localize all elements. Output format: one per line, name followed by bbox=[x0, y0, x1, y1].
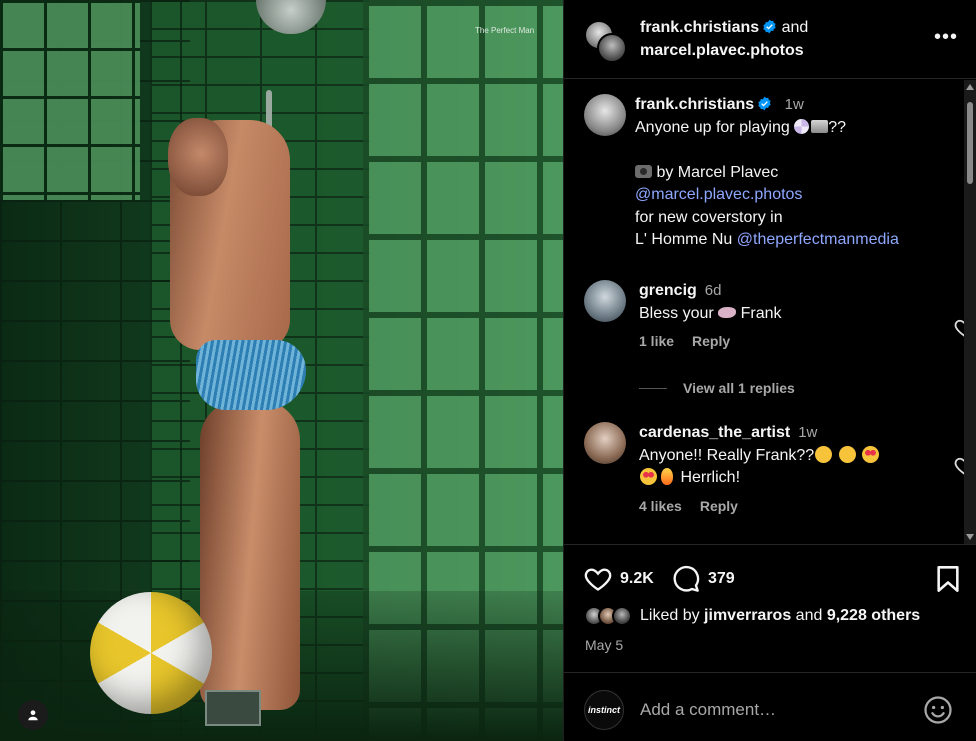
commenter-username[interactable]: grencig bbox=[639, 282, 697, 299]
view-replies-button[interactable]: View all 1 replies bbox=[639, 380, 795, 396]
comment-time[interactable]: 1w bbox=[798, 424, 817, 441]
liked-by-others[interactable]: 9,228 others bbox=[827, 607, 920, 624]
caption-mention-magazine[interactable]: @theperfectmanmedia bbox=[737, 231, 899, 248]
scrollbar-thumb[interactable] bbox=[967, 102, 973, 184]
bookmark-icon[interactable] bbox=[935, 565, 961, 593]
fire-emoji-icon bbox=[661, 468, 673, 485]
floor-drain bbox=[205, 690, 261, 726]
comments-list: frank.christians 1w Anyone up for playin… bbox=[564, 80, 976, 544]
heart-eyes-emoji-icon bbox=[862, 445, 880, 463]
post-photo[interactable]: The Perfect Man bbox=[0, 0, 563, 741]
caption-username[interactable]: frank.christians bbox=[635, 96, 754, 113]
tagged-users-button[interactable] bbox=[18, 700, 48, 730]
comment-meta: 4 likes Reply bbox=[639, 498, 964, 514]
post-details-panel: frank.christians and marcel.plavec.photo… bbox=[563, 0, 976, 741]
liked-by-prefix: Liked by bbox=[640, 607, 705, 624]
commenter-avatar[interactable] bbox=[584, 422, 626, 464]
volleyball-emoji-icon bbox=[794, 118, 810, 134]
comment-time[interactable]: 6d bbox=[705, 282, 722, 299]
verified-badge-icon bbox=[758, 96, 771, 111]
liked-by-and: and bbox=[791, 607, 827, 624]
comment-bubble-icon bbox=[673, 565, 700, 592]
comment-likes[interactable]: 1 like bbox=[639, 333, 674, 349]
liker-avatar bbox=[612, 606, 632, 626]
caption-line1-suffix: ?? bbox=[828, 118, 847, 136]
current-user-avatar: instinct bbox=[584, 690, 624, 730]
heart-eyes-emoji-icon bbox=[640, 468, 657, 485]
bird-emoji-icon bbox=[718, 306, 737, 318]
glass-block-window bbox=[0, 0, 140, 200]
scroll-down-arrow-icon[interactable] bbox=[966, 534, 974, 540]
author-username[interactable]: frank.christians bbox=[640, 19, 759, 36]
like-button[interactable]: 9.2K bbox=[584, 565, 654, 593]
liked-by-user[interactable]: jimverraros bbox=[704, 607, 791, 624]
caption-time[interactable]: 1w bbox=[785, 96, 804, 113]
comment-text-end: Frank bbox=[736, 304, 782, 322]
shower-emoji-icon bbox=[811, 119, 829, 133]
liked-by-text: Liked by jimverraros and 9,228 others bbox=[640, 607, 920, 625]
caption-line5: L' Homme Nu bbox=[635, 231, 737, 248]
comment-item: cardenas_the_artist 1w Anyone!! Really Fr… bbox=[584, 422, 976, 514]
emoji-picker-icon[interactable] bbox=[923, 695, 953, 725]
verified-badge-icon bbox=[763, 19, 776, 34]
post-header: frank.christians and marcel.plavec.photo… bbox=[564, 0, 976, 79]
comment-item: grencig 6d Bless your Frank 1 like Reply bbox=[584, 280, 976, 349]
post-caption: frank.christians 1w Anyone up for playin… bbox=[584, 94, 954, 252]
surprised-emoji-icon bbox=[838, 445, 856, 463]
post-date[interactable]: May 5 bbox=[585, 637, 623, 653]
comment-text: Anyone!! Really Frank?? bbox=[639, 446, 815, 464]
comment-meta: 1 like Reply bbox=[639, 333, 964, 349]
comment-body: grencig 6d Bless your Frank bbox=[639, 280, 964, 325]
comment-text-end: Herrlich! bbox=[676, 469, 741, 486]
person-icon bbox=[28, 710, 38, 721]
photo-watermark: The Perfect Man bbox=[475, 26, 535, 35]
commenter-avatar[interactable] bbox=[584, 280, 626, 322]
striped-swim-brief bbox=[196, 340, 306, 410]
caption-credit: by Marcel Plavec bbox=[652, 163, 779, 181]
caption-avatar[interactable] bbox=[584, 94, 626, 136]
liked-by: Liked by jimverraros and 9,228 others bbox=[584, 606, 920, 626]
post-authors: frank.christians and marcel.plavec.photo… bbox=[640, 16, 808, 62]
author-conjunction: and bbox=[781, 19, 809, 36]
comment-input[interactable]: Add a comment… bbox=[640, 700, 776, 720]
scroll-up-arrow-icon[interactable] bbox=[966, 84, 974, 90]
caption-line1: Anyone up for playing bbox=[635, 118, 795, 136]
beach-ball bbox=[90, 592, 212, 714]
likes-count: 9.2K bbox=[620, 570, 654, 587]
comment-text: Bless your bbox=[639, 304, 719, 322]
comment-button[interactable]: 379 bbox=[672, 565, 735, 593]
post-actions: 9.2K 379 Liked by jimverraros and 9,228 … bbox=[564, 544, 976, 672]
reply-button[interactable]: Reply bbox=[700, 498, 738, 514]
commenter-username[interactable]: cardenas_the_artist bbox=[639, 424, 790, 441]
figure-legs bbox=[200, 400, 300, 710]
reply-button[interactable]: Reply bbox=[692, 333, 730, 349]
heart-icon bbox=[584, 568, 612, 591]
collaborator-avatar[interactable] bbox=[597, 33, 627, 63]
figure-head bbox=[168, 118, 228, 196]
camera-emoji-icon bbox=[635, 164, 652, 178]
comments-count: 379 bbox=[708, 570, 735, 587]
more-options-icon[interactable]: ••• bbox=[934, 26, 958, 49]
comment-likes[interactable]: 4 likes bbox=[639, 498, 682, 514]
collaborator-username[interactable]: marcel.plavec.photos bbox=[640, 42, 804, 59]
add-comment-bar: instinct Add a comment… bbox=[564, 672, 976, 741]
caption-line4: for new coverstory in bbox=[635, 208, 783, 226]
comment-body: cardenas_the_artist 1w Anyone!! Really Fr… bbox=[639, 422, 964, 490]
caption-mention-photographer[interactable]: @marcel.plavec.photos bbox=[635, 186, 802, 203]
caption-body: frank.christians 1w Anyone up for playin… bbox=[635, 94, 954, 252]
laughing-emoji-icon bbox=[815, 445, 833, 463]
comments-scrollbar[interactable] bbox=[964, 80, 976, 544]
